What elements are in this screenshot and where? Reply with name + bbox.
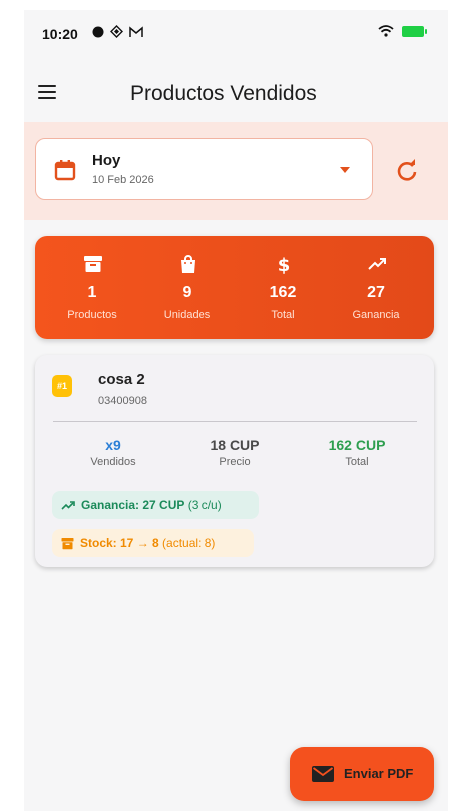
stat-label: Total [271, 309, 295, 321]
stat-unidades: 9 Unidades [142, 236, 232, 339]
stock-chip: Stock: 17 → 8 (actual: 8) [52, 529, 254, 557]
status-bar: 10:20 [24, 10, 448, 54]
gain-chip: Ganancia: 27 CUP (3 c/u) [52, 491, 259, 519]
stat-label: Unidades [163, 309, 211, 321]
metric-precio: 18 CUP Precio [175, 437, 295, 468]
metric-label: Vendidos [90, 456, 136, 468]
metric-value: 162 CUP [328, 437, 386, 453]
product-code: 03400908 [98, 395, 147, 407]
date-range-select[interactable]: Hoy 10 Feb 2026 [35, 138, 373, 200]
rank-badge: #1 [52, 375, 72, 397]
metric-label: Precio [219, 456, 251, 468]
trending-up-icon [61, 501, 75, 510]
archive-icon [61, 537, 74, 549]
product-name: cosa 2 [98, 371, 145, 388]
metric-label: Total [345, 456, 369, 468]
stat-label: Ganancia [352, 309, 400, 321]
page-title: Productos Vendidos [130, 82, 317, 105]
app-screen: 10:20 Productos Vendidos Hoy 10 Feb 2026 [24, 10, 448, 811]
diamond-icon [110, 25, 123, 38]
stock-text: Stock: 17 → 8 [80, 536, 159, 550]
metric-value: 18 CUP [210, 437, 260, 453]
stock-current: (actual: 8) [162, 536, 216, 550]
filter-section: Hoy 10 Feb 2026 [24, 122, 448, 220]
svg-text:$: $ [278, 255, 291, 274]
stat-value: 9 [182, 284, 192, 301]
gain-per-unit: (3 c/u) [187, 498, 222, 512]
mail-icon [312, 766, 334, 782]
battery-charging-icon [402, 25, 427, 37]
date-value: 10 Feb 2026 [92, 174, 154, 186]
metric-total: 162 CUP Total [297, 437, 417, 468]
status-right-icons [378, 25, 427, 37]
stat-productos: 1 Productos [47, 236, 137, 339]
app-bar: Productos Vendidos [24, 70, 448, 120]
circle-icon [92, 26, 104, 37]
calendar-icon [54, 160, 76, 181]
trending-up-icon [368, 258, 386, 270]
metric-vendidos: x9 Vendidos [53, 437, 173, 468]
gmail-icon [129, 25, 143, 37]
date-label: Hoy [92, 152, 121, 169]
dollar-icon: $ [278, 255, 291, 274]
stat-value: 27 [367, 284, 385, 301]
shopping-bag-icon [181, 255, 195, 273]
stat-total: $ 162 Total [238, 236, 328, 339]
stat-label: Productos [67, 309, 117, 321]
product-card[interactable]: #1 cosa 2 03400908 x9 Vendidos 18 CUP Pr… [35, 355, 434, 567]
stat-ganancia: 27 Ganancia [331, 236, 421, 339]
menu-icon[interactable] [38, 85, 56, 99]
archive-icon [84, 256, 102, 272]
wifi-icon [378, 25, 394, 37]
stat-value: 162 [269, 284, 297, 301]
send-pdf-button[interactable]: Enviar PDF [290, 747, 434, 801]
stat-value: 1 [87, 284, 97, 301]
metric-value: x9 [105, 437, 121, 453]
status-left-icons [92, 25, 143, 38]
gain-text: Ganancia: 27 CUP [81, 498, 185, 512]
divider [53, 421, 417, 422]
refresh-icon[interactable] [394, 158, 420, 184]
status-time: 10:20 [42, 26, 78, 42]
chevron-down-icon [340, 167, 350, 173]
send-pdf-label: Enviar PDF [344, 766, 414, 781]
summary-card: 1 Productos 9 Unidades $ 162 Total 27 Ga… [35, 236, 434, 339]
